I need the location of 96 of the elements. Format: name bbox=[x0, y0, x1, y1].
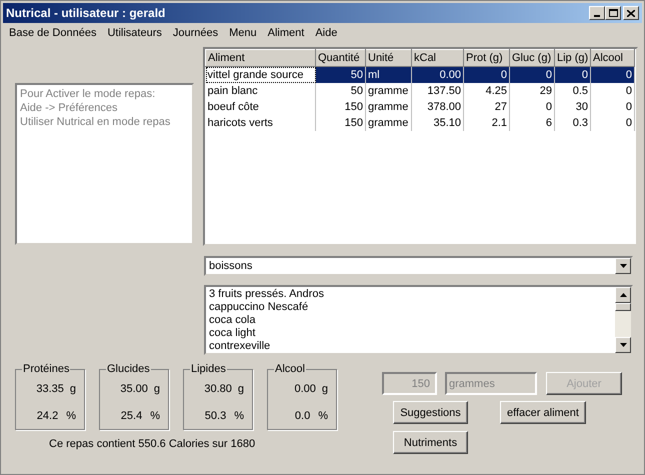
table-cell: 137.50 bbox=[412, 82, 464, 98]
dropdown-value: boissons bbox=[208, 259, 252, 273]
unit-label: % bbox=[318, 409, 328, 423]
category-dropdown[interactable]: boissons bbox=[204, 256, 633, 276]
unit-label: g bbox=[322, 382, 328, 396]
group-label: Lipides bbox=[190, 362, 227, 376]
percent-value: 25.4 bbox=[120, 409, 142, 423]
minimize-icon bbox=[594, 15, 600, 17]
column-header[interactable]: Prot (g) bbox=[464, 50, 510, 66]
gram-value: 33.35 bbox=[36, 382, 64, 396]
table-cell: 2.1 bbox=[464, 114, 510, 130]
scroll-down-button[interactable] bbox=[615, 337, 631, 353]
table-cell: 35.10 bbox=[412, 114, 464, 130]
column-header[interactable]: Gluc (g) bbox=[510, 50, 554, 66]
gram-value: 35.00 bbox=[120, 382, 148, 396]
table-cell: haricots verts bbox=[206, 114, 316, 130]
unit-label: g bbox=[70, 382, 76, 396]
menu-item[interactable]: Aide bbox=[315, 26, 338, 40]
menu-item[interactable]: Base de Données bbox=[9, 26, 96, 40]
table-cell: 0 bbox=[590, 114, 634, 130]
menu-item[interactable]: Journées bbox=[172, 26, 218, 40]
percent-value: 0.0 bbox=[294, 409, 310, 423]
column-header[interactable]: Aliment bbox=[206, 50, 316, 66]
scroll-up-button[interactable] bbox=[615, 287, 631, 303]
list-item[interactable]: cappuccino Nescafé bbox=[209, 301, 615, 314]
scrollbar[interactable] bbox=[615, 287, 631, 353]
action-button[interactable]: Nutriments bbox=[393, 431, 468, 454]
table-cell: vittel grande source bbox=[206, 66, 316, 82]
info-line: Aide -> Préférences bbox=[20, 101, 119, 115]
table-cell: 0.3 bbox=[554, 114, 590, 130]
table-cell: gramme bbox=[366, 82, 412, 98]
table-cell: 27 bbox=[464, 98, 510, 114]
table-cell: 0.5 bbox=[554, 82, 590, 98]
table-cell: gramme bbox=[366, 98, 412, 114]
caret-icon bbox=[620, 264, 626, 268]
scroll-thumb[interactable] bbox=[615, 303, 631, 311]
table-cell: gramme bbox=[366, 114, 412, 130]
table-cell: 0 bbox=[554, 66, 590, 82]
table-cell: pain blanc bbox=[206, 82, 316, 98]
percent-value: 24.2 bbox=[36, 409, 58, 423]
action-button[interactable]: effacer aliment bbox=[500, 401, 586, 424]
unit-label: % bbox=[150, 409, 160, 423]
gram-value: 0.00 bbox=[294, 382, 316, 396]
table-cell: 150 bbox=[316, 98, 366, 114]
table-cell: 0 bbox=[464, 66, 510, 82]
table-cell: 0 bbox=[590, 82, 634, 98]
table-row[interactable]: vittel grande source 50 ml 0.00 0 0 0 0 bbox=[206, 66, 634, 82]
table-cell: 0 bbox=[510, 98, 554, 114]
maximize-icon bbox=[608, 9, 618, 17]
table-row[interactable]: haricots verts 150 gramme 35.10 2.1 6 0.3 0 bbox=[206, 114, 634, 130]
unit-label: % bbox=[66, 409, 76, 423]
column-header[interactable]: Alcool bbox=[590, 50, 634, 66]
list-item[interactable]: coca light bbox=[209, 327, 615, 340]
table-cell: 150 bbox=[316, 114, 366, 130]
up-arrow-icon bbox=[620, 293, 626, 297]
dropdown-arrow-button[interactable] bbox=[615, 258, 631, 274]
table-cell: boeuf côte bbox=[206, 98, 316, 114]
maximize-button[interactable] bbox=[605, 6, 621, 20]
list-item[interactable]: coca cola bbox=[209, 314, 615, 327]
column-header[interactable]: Quantité bbox=[316, 50, 366, 66]
info-line: Pour Activer le mode repas: bbox=[20, 87, 156, 101]
column-header[interactable]: kCal bbox=[412, 50, 464, 66]
table-cell: 0 bbox=[590, 98, 634, 114]
table-cell: 4.25 bbox=[464, 82, 510, 98]
table-cell: 50 bbox=[316, 66, 366, 82]
table-cell: 6 bbox=[510, 114, 554, 130]
down-arrow-icon bbox=[620, 343, 626, 347]
close-icon bbox=[627, 10, 635, 16]
list-item[interactable]: 3 fruits pressés. Andros bbox=[209, 288, 615, 301]
table-cell: 0.00 bbox=[412, 66, 464, 82]
unit-label: g bbox=[154, 382, 160, 396]
table-cell: 0 bbox=[510, 66, 554, 82]
window-title: Nutrical - utilisateur : gerald bbox=[6, 6, 166, 20]
minimize-button[interactable] bbox=[589, 6, 605, 20]
column-header[interactable]: Lip (g) bbox=[554, 50, 590, 66]
table-cell: 0 bbox=[590, 66, 634, 82]
table-cell: 30 bbox=[554, 98, 590, 114]
table-cell: 50 bbox=[316, 82, 366, 98]
table-cell: 378.00 bbox=[412, 98, 464, 114]
unit-label: g bbox=[238, 382, 244, 396]
action-button[interactable]: Suggestions bbox=[393, 401, 468, 424]
menu-item[interactable]: Menu bbox=[229, 26, 257, 40]
table-row[interactable]: boeuf côte 150 gramme 378.00 27 0 30 0 bbox=[206, 98, 634, 114]
table-cell: 29 bbox=[510, 82, 554, 98]
close-button[interactable] bbox=[623, 6, 639, 20]
percent-value: 50.3 bbox=[204, 409, 226, 423]
list-item[interactable]: contrexeville bbox=[209, 340, 615, 353]
gram-value: 30.80 bbox=[204, 382, 232, 396]
unit-label: % bbox=[234, 409, 244, 423]
calorie-summary: Ce repas contient 550.6 Calories sur 1680 bbox=[49, 437, 256, 451]
menu-item[interactable]: Aliment bbox=[268, 26, 304, 40]
column-header[interactable]: Unité bbox=[366, 50, 412, 66]
info-line: Utiliser Nutrical en mode repas bbox=[20, 115, 172, 129]
table-cell: ml bbox=[366, 66, 412, 82]
table-row[interactable]: pain blanc 50 gramme 137.50 4.25 29 0.5 0 bbox=[206, 82, 634, 98]
menu-item[interactable]: Utilisateurs bbox=[107, 26, 162, 40]
